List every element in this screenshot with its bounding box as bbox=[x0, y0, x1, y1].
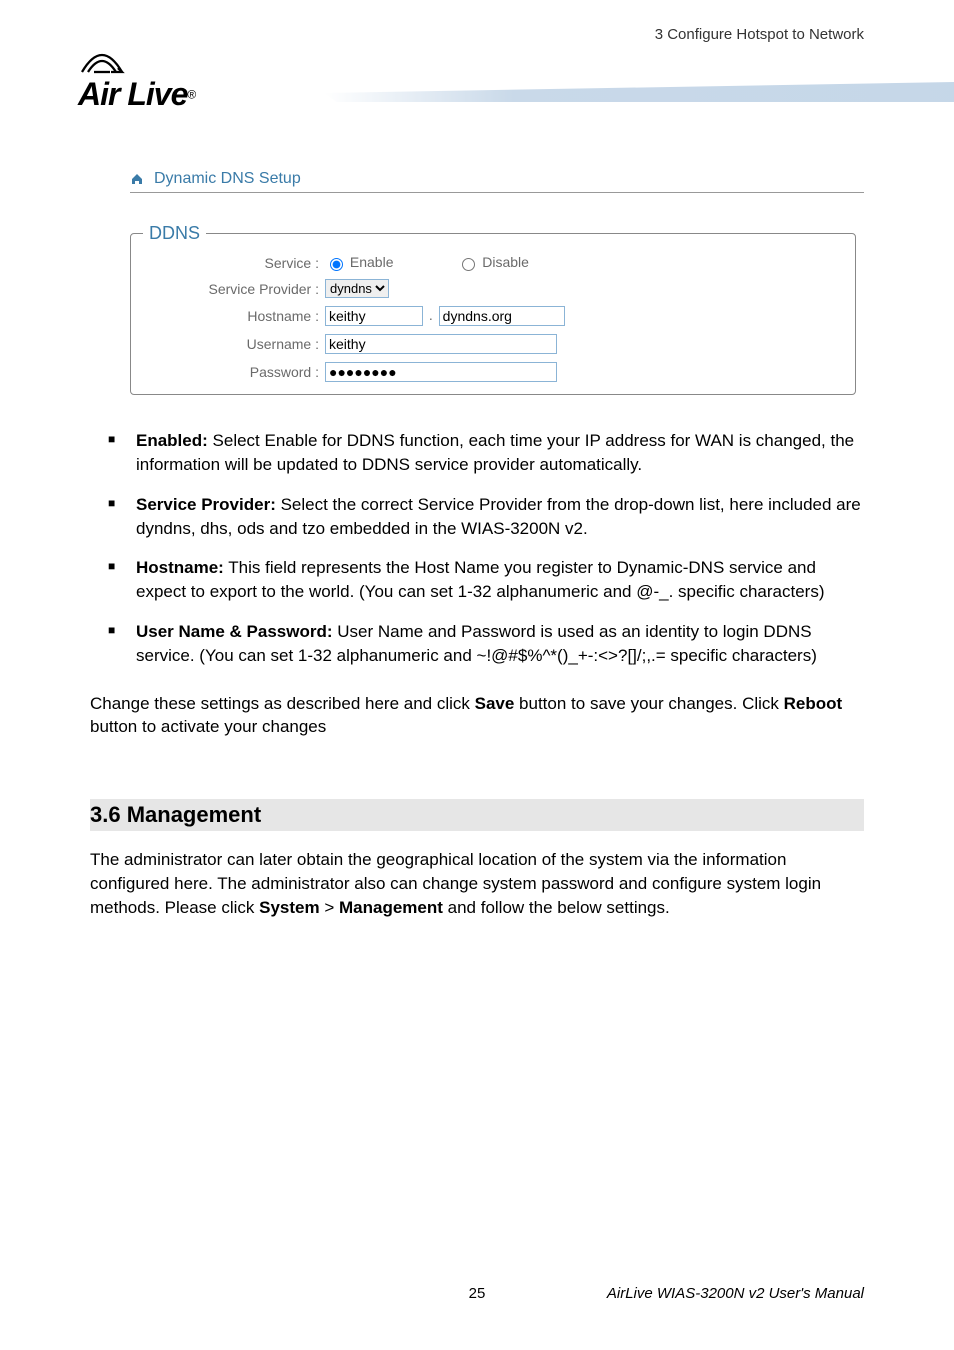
manual-title: AirLive WIAS-3200N v2 User's Manual bbox=[607, 1285, 864, 1302]
home-icon bbox=[130, 172, 144, 186]
provider-label: Service Provider : bbox=[141, 281, 319, 297]
footer: 25 AirLive WIAS-3200N v2 User's Manual bbox=[90, 1285, 864, 1302]
hostname-input[interactable] bbox=[325, 306, 423, 326]
panel-title: Dynamic DNS Setup bbox=[154, 170, 301, 188]
service-provider-select[interactable]: dyndns bbox=[325, 279, 389, 298]
logo: Air Live® bbox=[78, 50, 196, 113]
list-item: Service Provider: Select the correct Ser… bbox=[108, 493, 864, 541]
ddns-legend: DDNS bbox=[143, 223, 206, 244]
service-enable-radio[interactable] bbox=[330, 258, 343, 271]
ddns-fieldset: DDNS Service : Enable Disable Service Pr… bbox=[130, 223, 856, 395]
chapter-header: 3 Configure Hotspot to Network bbox=[655, 26, 864, 43]
section-intro: The administrator can later obtain the g… bbox=[90, 848, 864, 919]
hostname-suffix-input[interactable] bbox=[439, 306, 565, 326]
list-item: User Name & Password: User Name and Pass… bbox=[108, 620, 864, 668]
divider bbox=[130, 192, 864, 193]
username-label: Username : bbox=[141, 336, 319, 352]
section-heading: 3.6 Management bbox=[90, 799, 864, 831]
header-accent-wedge bbox=[324, 82, 954, 102]
list-item: Enabled: Select Enable for DDNS function… bbox=[108, 429, 864, 477]
password-label: Password : bbox=[141, 364, 319, 380]
service-radio-group: Enable Disable bbox=[325, 254, 845, 271]
hostname-label: Hostname : bbox=[141, 308, 319, 324]
list-item: Hostname: This field represents the Host… bbox=[108, 556, 864, 604]
service-disable-radio[interactable] bbox=[462, 258, 475, 271]
service-label: Service : bbox=[141, 255, 319, 271]
save-paragraph: Change these settings as described here … bbox=[90, 692, 864, 740]
wifi-arcs-logo-icon bbox=[78, 50, 126, 76]
password-input[interactable] bbox=[325, 362, 557, 382]
username-input[interactable] bbox=[325, 334, 557, 354]
